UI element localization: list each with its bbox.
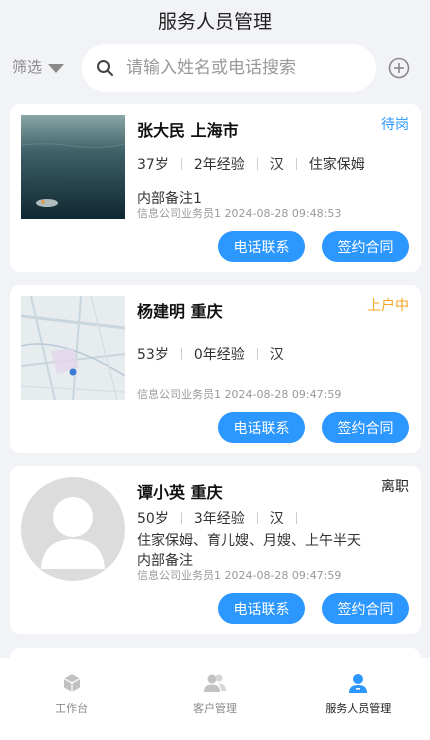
filter-label: 筛选 (12, 58, 43, 76)
cube-icon (63, 674, 80, 692)
sign-contract-button[interactable]: 签约合同 (322, 412, 409, 443)
divider (256, 348, 258, 360)
default-avatar-icon (21, 477, 125, 581)
staff-meta: 37岁 2年经验 汉 住家保姆 (137, 154, 365, 174)
staff-meta: 50岁 3年经验 汉 (137, 508, 309, 528)
staff-photo-placeholder (21, 477, 125, 581)
staff-name: 杨建明 重庆 (137, 302, 223, 321)
staff-signoff: 信息公司业务员1 2024-08-28 09:48:53 (137, 207, 342, 220)
staff-name: 张大民 上海市 (137, 121, 239, 140)
staff-ethnicity: 汉 (269, 511, 284, 527)
tab-workbench[interactable]: 工作台 (0, 658, 143, 740)
sea-photo-image (21, 115, 125, 219)
person-icon (349, 674, 368, 693)
staff-experience: 2年经验 (193, 157, 245, 173)
staff-age: 53岁 (137, 347, 169, 363)
divider (180, 348, 182, 360)
call-button[interactable]: 电话联系 (218, 412, 305, 443)
staff-ethnicity: 汉 (269, 157, 284, 173)
filter-dropdown[interactable]: 筛选 (12, 56, 65, 77)
staff-name: 谭小英 重庆 (137, 483, 223, 502)
status-badge: 上户中 (367, 298, 409, 314)
staff-skills: 住家保姆 (308, 157, 365, 173)
tab-label: 客户管理 (192, 702, 237, 715)
divider (295, 512, 297, 524)
staff-experience: 0年经验 (193, 347, 245, 363)
staff-card[interactable]: 杨建明 重庆 上户中 53岁 0年经验 汉 信息公司业务员1 2024-08-2… (10, 285, 421, 453)
staff-experience: 3年经验 (193, 511, 245, 527)
page-title: 服务人员管理 (157, 10, 272, 33)
status-badge: 离职 (381, 479, 409, 495)
divider (180, 158, 182, 170)
status-badge: 待岗 (381, 117, 409, 133)
divider (256, 158, 258, 170)
sign-contract-button[interactable]: 签约合同 (322, 231, 409, 262)
search-input[interactable] (126, 58, 366, 78)
search-box[interactable] (82, 44, 376, 92)
staff-age: 37岁 (137, 157, 169, 173)
person-silhouette-icon (41, 497, 105, 569)
tab-label: 工作台 (55, 702, 89, 715)
staff-signoff: 信息公司业务员1 2024-08-28 09:47:59 (137, 569, 342, 582)
staff-meta: 53岁 0年经验 汉 (137, 344, 284, 364)
bottom-tab-bar: 工作台 客户管理 服务人员管理 (0, 658, 430, 740)
divider (256, 512, 258, 524)
staff-card[interactable]: 张大民 上海市 待岗 37岁 2年经验 汉 住家保姆 内部备注1 信息公司业务员… (10, 104, 421, 272)
divider (295, 158, 297, 170)
staff-skills: 住家保姆、育儿嫂、月嫂、上午半天 (137, 533, 361, 549)
caret-down-icon (48, 64, 65, 73)
divider (180, 512, 182, 524)
tab-customer-management[interactable]: 客户管理 (143, 658, 286, 740)
search-icon (97, 60, 113, 76)
tab-staff-management[interactable]: 服务人员管理 (287, 658, 430, 740)
staff-ethnicity: 汉 (269, 347, 284, 363)
add-circle-icon[interactable] (388, 57, 410, 79)
call-button[interactable]: 电话联系 (218, 231, 305, 262)
staff-signoff: 信息公司业务员1 2024-08-28 09:47:59 (137, 388, 342, 401)
map-image (21, 296, 125, 400)
filter-bar: 筛选 (0, 42, 430, 94)
people-icon (203, 674, 226, 692)
call-button[interactable]: 电话联系 (218, 593, 305, 624)
sign-contract-button[interactable]: 签约合同 (322, 593, 409, 624)
staff-age: 50岁 (137, 511, 169, 527)
tab-label: 服务人员管理 (325, 702, 392, 715)
page-header: 服务人员管理 (0, 0, 430, 40)
staff-photo-map (21, 296, 125, 400)
staff-card[interactable]: 谭小英 重庆 离职 50岁 3年经验 汉 住家保姆、育儿嫂、月嫂、上午半天 内部… (10, 466, 421, 634)
staff-photo-sea (21, 115, 125, 219)
